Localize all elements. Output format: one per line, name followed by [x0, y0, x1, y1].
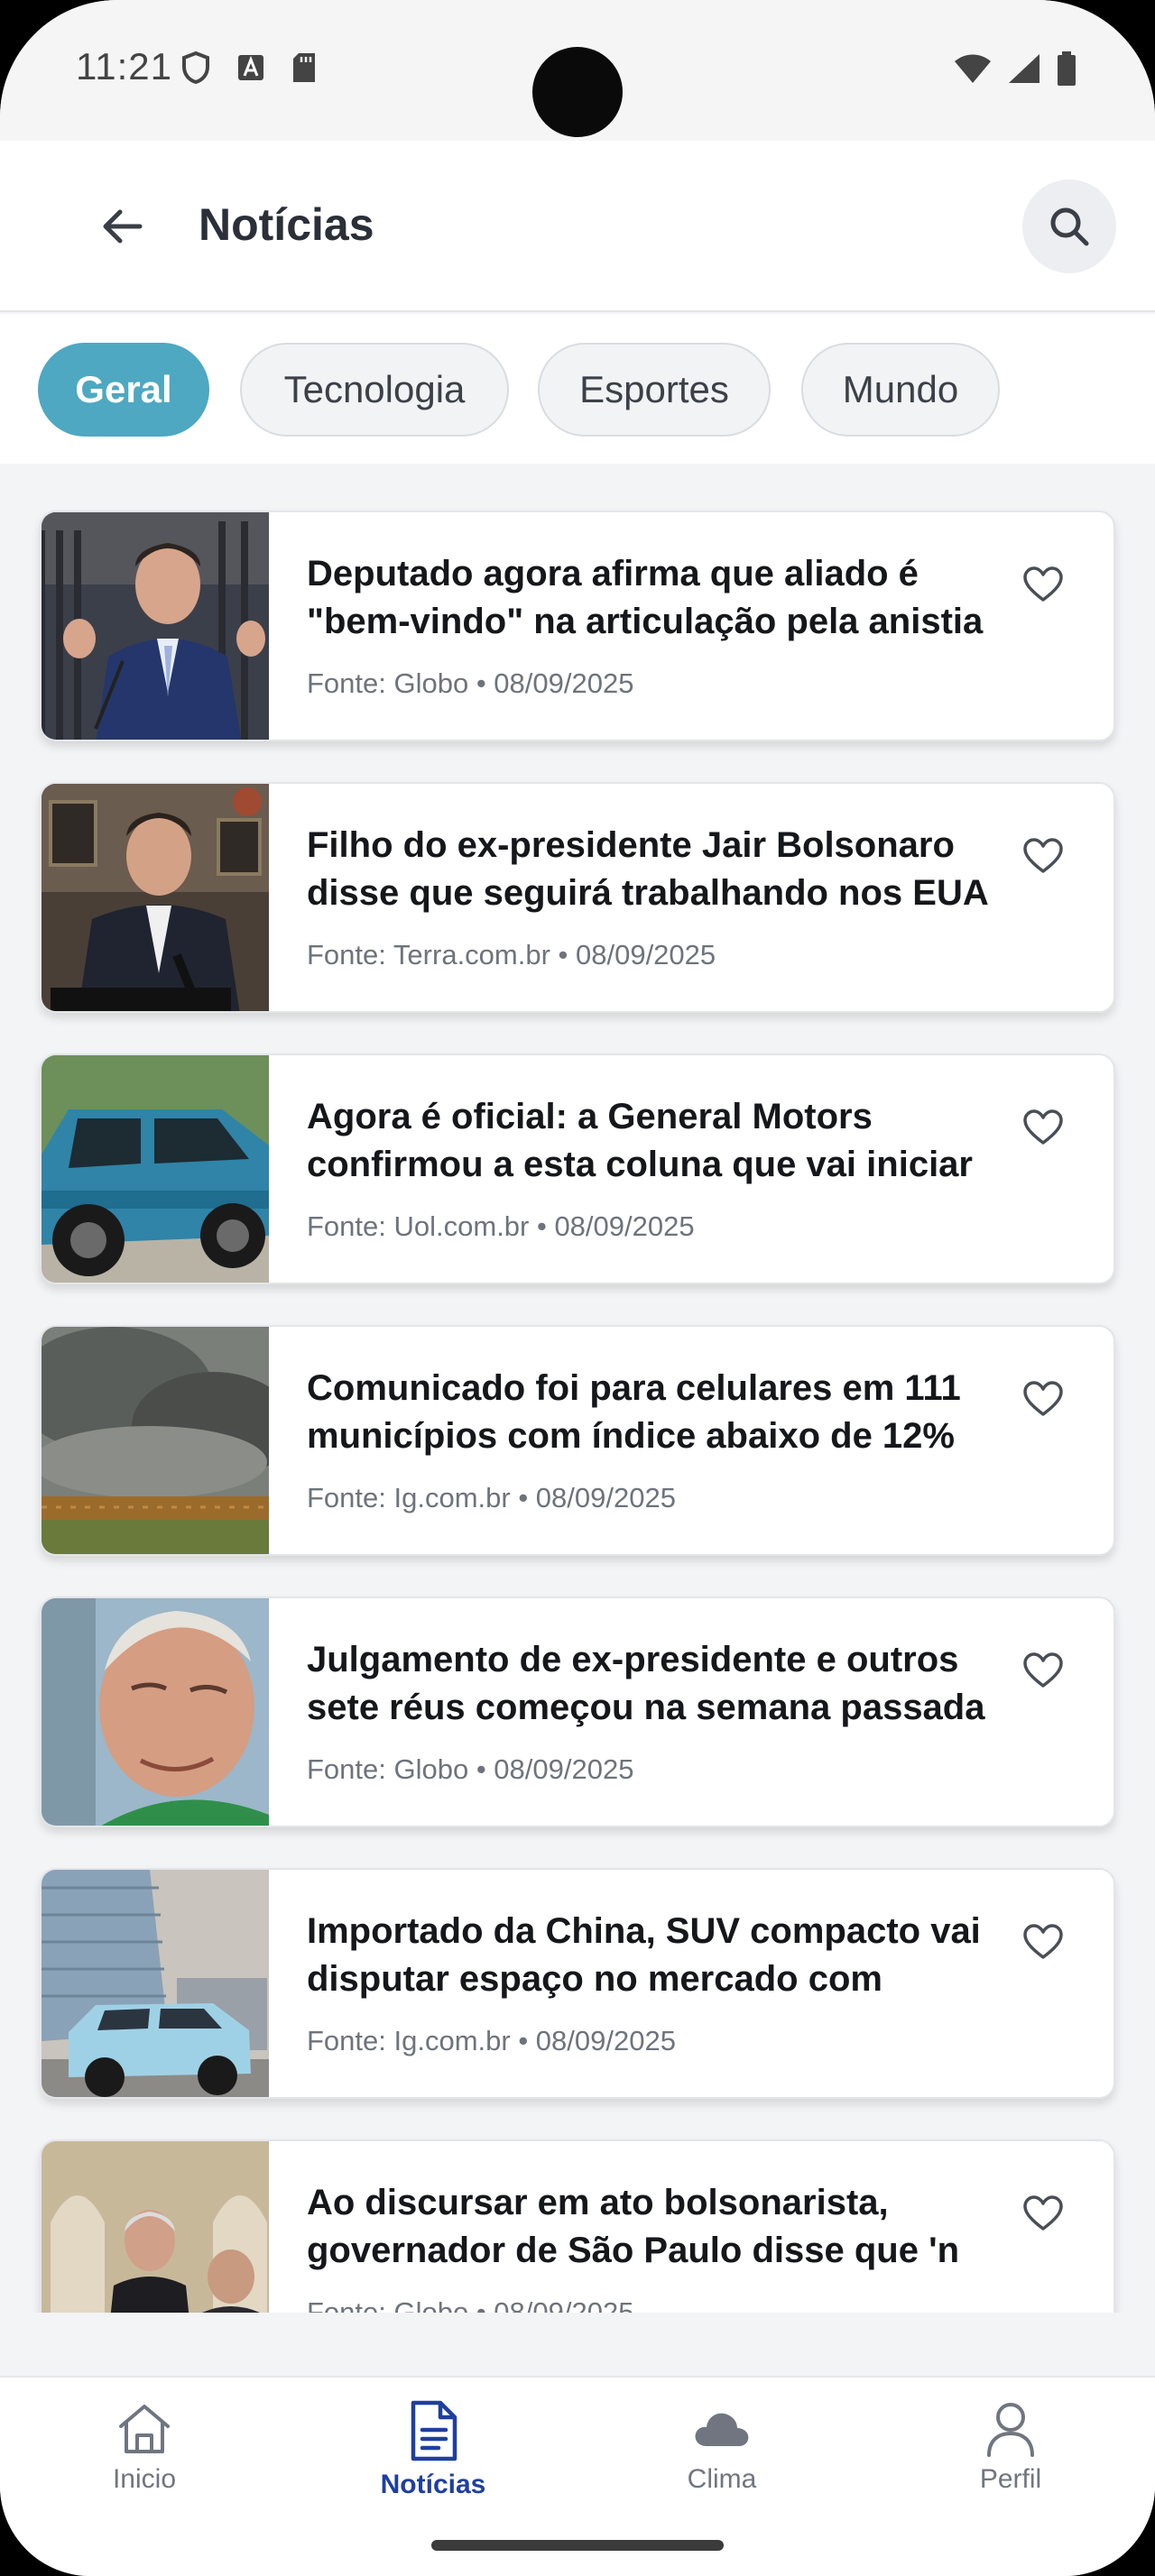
search-icon	[1050, 207, 1089, 246]
news-title: Julgamento de ex-presidente e outros set…	[307, 1640, 985, 1727]
favorite-button[interactable]	[1016, 559, 1070, 610]
cloud-icon	[695, 2413, 749, 2446]
chip-tecnologia[interactable]: Tecnologia	[240, 343, 509, 437]
news-thumbnail	[42, 1598, 269, 1826]
heart-icon	[1023, 1381, 1063, 1416]
wifi-icon	[955, 54, 991, 83]
heart-icon	[1023, 1652, 1063, 1688]
category-chips: Geral Tecnologia Esportes Mundo	[0, 314, 1155, 464]
nav-label: Inicio	[112, 2464, 177, 2494]
nav-inicio[interactable]: Inicio	[54, 2399, 235, 2495]
news-title: Importado da China, SUV compacto vai dis…	[307, 1911, 981, 1999]
phone-screen: 11:21 Notícias Geral Tecnologia Esportes…	[0, 0, 1155, 2576]
home-indicator[interactable]	[431, 2540, 724, 2551]
news-list: Deputado agora afirma que aliado é "bem-…	[0, 464, 1155, 2313]
news-card[interactable]: Comunicado foi para celulares em 111 mun…	[40, 1325, 1115, 1556]
heart-icon	[1023, 1924, 1063, 1959]
sd-card-icon	[293, 53, 315, 82]
news-meta: Fonte: Ig.com.br • 08/09/2025	[307, 1482, 676, 1513]
news-title: Comunicado foi para celulares em 111 mun…	[307, 1368, 961, 1456]
news-thumbnail	[42, 512, 269, 740]
app-bar: Notícias	[0, 141, 1155, 312]
signal-icon	[1009, 54, 1040, 83]
chip-esportes[interactable]: Esportes	[538, 343, 771, 437]
heart-icon	[1023, 1109, 1063, 1145]
news-meta: Fonte: Uol.com.br • 08/09/2025	[307, 1210, 695, 1242]
news-card[interactable]: Ao discursar em ato bolsonarista, govern…	[40, 2139, 1115, 2313]
news-meta: Fonte: Terra.com.br • 08/09/2025	[307, 939, 716, 971]
heart-icon	[1023, 2195, 1063, 2231]
status-bar: 11:21	[0, 0, 1155, 141]
nav-noticias[interactable]: Notícias	[343, 2399, 523, 2500]
status-time: 11:21	[76, 45, 172, 87]
news-thumbnail	[42, 1870, 269, 2097]
news-card[interactable]: Julgamento de ex-presidente e outros set…	[40, 1596, 1115, 1827]
news-meta: Fonte: Ig.com.br • 08/09/2025	[307, 2025, 676, 2056]
news-title: Agora é oficial: a General Motors confir…	[307, 1097, 973, 1184]
news-meta: Fonte: Globo • 08/09/2025	[307, 2296, 634, 2313]
news-meta: Fonte: Globo • 08/09/2025	[307, 1753, 634, 1785]
shield-icon	[182, 51, 209, 85]
favorite-button[interactable]	[1016, 831, 1070, 881]
search-button[interactable]	[1022, 179, 1116, 273]
news-thumbnail	[42, 784, 269, 1011]
back-button[interactable]	[90, 195, 153, 258]
status-icons-left	[180, 51, 318, 85]
nav-label: Notícias	[380, 2470, 486, 2499]
favorite-button[interactable]	[1016, 1917, 1070, 1967]
document-icon	[411, 2400, 457, 2461]
news-thumbnail	[42, 1327, 269, 1554]
news-title: Ao discursar em ato bolsonarista, govern…	[307, 2183, 960, 2270]
favorite-button[interactable]	[1016, 2188, 1070, 2239]
front-camera	[532, 47, 623, 137]
favorite-button[interactable]	[1016, 1374, 1070, 1424]
favorite-button[interactable]	[1016, 1102, 1070, 1153]
news-card[interactable]: Deputado agora afirma que aliado é "bem-…	[40, 511, 1115, 741]
chip-mundo[interactable]: Mundo	[801, 343, 1000, 437]
news-meta: Fonte: Globo • 08/09/2025	[307, 667, 634, 699]
chip-geral[interactable]: Geral	[38, 343, 209, 437]
battery-icon	[1058, 51, 1076, 86]
news-thumbnail	[42, 2141, 269, 2313]
font-a-icon	[238, 55, 263, 80]
status-icons-right	[953, 51, 1077, 87]
home-icon	[119, 2405, 170, 2453]
page-title: Notícias	[199, 199, 374, 250]
heart-icon	[1023, 566, 1063, 602]
nav-perfil[interactable]: Perfil	[920, 2399, 1101, 2495]
news-title: Filho do ex-presidente Jair Bolsonaro di…	[307, 825, 989, 913]
news-thumbnail	[42, 1055, 269, 1283]
news-title: Deputado agora afirma que aliado é "bem-…	[307, 554, 984, 641]
nav-clima[interactable]: Clima	[632, 2399, 812, 2495]
news-card[interactable]: Agora é oficial: a General Motors confir…	[40, 1053, 1115, 1284]
bottom-navigation: Inicio Notícias Clima Perfil	[0, 2376, 1155, 2576]
news-card[interactable]: Filho do ex-presidente Jair Bolsonaro di…	[40, 782, 1115, 1013]
nav-label: Perfil	[979, 2464, 1042, 2494]
favorite-button[interactable]	[1016, 1645, 1070, 1696]
nav-label: Clima	[687, 2464, 757, 2494]
user-icon	[987, 2403, 1034, 2457]
heart-icon	[1023, 838, 1063, 873]
arrow-left-icon	[103, 209, 143, 244]
news-card[interactable]: Importado da China, SUV compacto vai dis…	[40, 1868, 1115, 2099]
